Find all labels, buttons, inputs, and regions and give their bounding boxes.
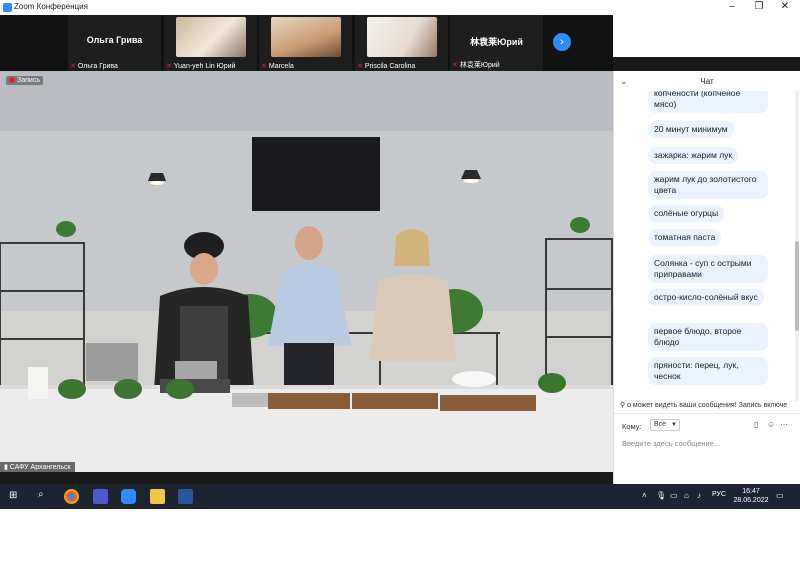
- participant-name-large: Ольга Грива: [86, 35, 143, 45]
- search-icon[interactable]: ⌕: [38, 489, 44, 500]
- notifications-icon[interactable]: ▭: [776, 491, 784, 500]
- recipient-select[interactable]: Все ▼: [650, 419, 680, 431]
- participant-video: [271, 17, 341, 57]
- battery-icon[interactable]: ▭: [670, 491, 678, 500]
- zoom-taskbar-icon[interactable]: [121, 489, 136, 504]
- divider: [614, 413, 800, 414]
- chat-scrollbar[interactable]: [795, 91, 799, 401]
- volume-icon[interactable]: ♪: [697, 491, 701, 500]
- more-icon[interactable]: ⋯: [780, 420, 788, 429]
- emoji-icon[interactable]: ☺: [767, 420, 775, 429]
- chat-message: первое блюдо, второе блюдо: [648, 323, 768, 351]
- chat-message-list[interactable]: копчености (копченое мясо) 20 минут мини…: [614, 91, 794, 401]
- mic-muted-icon: ✕: [166, 63, 172, 70]
- recording-indicator[interactable]: Запись: [6, 76, 43, 85]
- chat-panel: ⌄ Чат копчености (копченое мясо) 20 мину…: [613, 71, 800, 484]
- participant-caption: ✕ Priscila Carolina: [357, 63, 416, 70]
- participant-gallery: Ольга Грива ✕ Ольга Грива ✕ Yuan-yeh Lin Ю…: [0, 15, 613, 71]
- participant-caption: ✕ Yuan-yeh Lin Юрий: [166, 63, 236, 70]
- chat-message: 20 минут минимум: [648, 121, 734, 138]
- mic-muted-icon: ✕: [261, 63, 267, 70]
- participant-tile[interactable]: 林袁莱Юрий ✕ 林袁莱Юрий: [450, 15, 543, 71]
- chat-input[interactable]: [622, 437, 792, 449]
- window-title: Zoom Конференция: [14, 2, 88, 11]
- participant-caption: ✕ Ольга Грива: [70, 63, 118, 70]
- chat-privacy-notice: ⚲ о может видеть ваши сообщения! Запись …: [620, 402, 788, 409]
- chrome-icon[interactable]: [64, 489, 79, 504]
- tv-screen: [252, 137, 380, 211]
- microphone-icon[interactable]: 🎙: [656, 491, 666, 500]
- teams-icon[interactable]: [93, 489, 108, 504]
- chevron-down-icon: ▼: [671, 422, 677, 428]
- participant-tile[interactable]: ✕ Yuan-yeh Lin Юрий: [164, 15, 257, 71]
- windows-start-icon[interactable]: ⊞: [9, 490, 17, 501]
- participant-name-large: 林袁莱Юрий: [470, 37, 523, 47]
- network-icon[interactable]: ⌂: [684, 491, 689, 500]
- scrollbar-thumb[interactable]: [795, 241, 799, 331]
- kitchen-scene: [0, 71, 613, 472]
- main-video: Запись ▮ САФУ Архангельск: [0, 71, 613, 472]
- chat-message: копчености (копченое мясо): [648, 91, 768, 113]
- participant-caption: ✕ Marcela: [261, 63, 294, 70]
- participant-caption: ✕ 林袁莱Юрий: [452, 62, 500, 69]
- minimize-icon[interactable]: –: [725, 1, 739, 13]
- file-icon[interactable]: ▯: [754, 420, 758, 429]
- participant-tile[interactable]: ✕ Marcela: [259, 15, 352, 71]
- participant-video: [367, 17, 437, 57]
- chat-message: жарим лук до золотистого цвета: [648, 171, 768, 199]
- speaker-name: ▮ САФУ Архангельск: [0, 462, 75, 472]
- mic-muted-icon: ✕: [357, 63, 363, 70]
- chat-window-controls: – ❐ ✕: [613, 0, 800, 15]
- participant-video: [176, 17, 246, 57]
- chat-title: Чат: [700, 77, 714, 86]
- record-icon: [9, 77, 15, 84]
- mic-muted-icon: ✕: [70, 63, 76, 70]
- language-indicator[interactable]: РУС: [712, 491, 726, 498]
- chat-message: томатная паста: [648, 229, 722, 246]
- chat-message: Солянка - суп с острыми приправами: [648, 255, 768, 283]
- participant-tile[interactable]: Ольга Грива ✕ Ольга Грива: [68, 15, 161, 71]
- chat-message: пряности: перец, лук, чеснок: [648, 357, 768, 385]
- zoom-logo-icon: [3, 3, 12, 12]
- pot: [86, 343, 138, 381]
- recipient-label: Кому:: [622, 422, 642, 431]
- chevron-right-icon: ›: [560, 36, 564, 48]
- title-bar: Zoom Конференция – ❐ ✕: [0, 0, 800, 15]
- clock[interactable]: 16:47 28.06.2022: [733, 487, 769, 505]
- chat-message: остро-кисло-солёный вкус: [648, 289, 764, 306]
- chat-message: солёные огурцы: [648, 205, 725, 222]
- close-icon[interactable]: ✕: [778, 1, 792, 13]
- restore-icon[interactable]: ❐: [752, 1, 766, 13]
- chevron-up-icon[interactable]: ˄: [642, 491, 647, 500]
- mic-muted-icon: ✕: [452, 62, 458, 69]
- chat-message: зажарка: жарим лук: [648, 147, 739, 164]
- file-explorer-icon[interactable]: [150, 489, 165, 504]
- participant-tile[interactable]: ✕ Priscila Carolina: [355, 15, 448, 71]
- word-icon[interactable]: [178, 489, 193, 504]
- gallery-next-button[interactable]: ›: [553, 33, 571, 51]
- taskbar: ⊞ ⌕ ˄ 🎙 ▭ ⌂ ♪ РУС 16:47 28.06.2022 ▭: [0, 484, 800, 509]
